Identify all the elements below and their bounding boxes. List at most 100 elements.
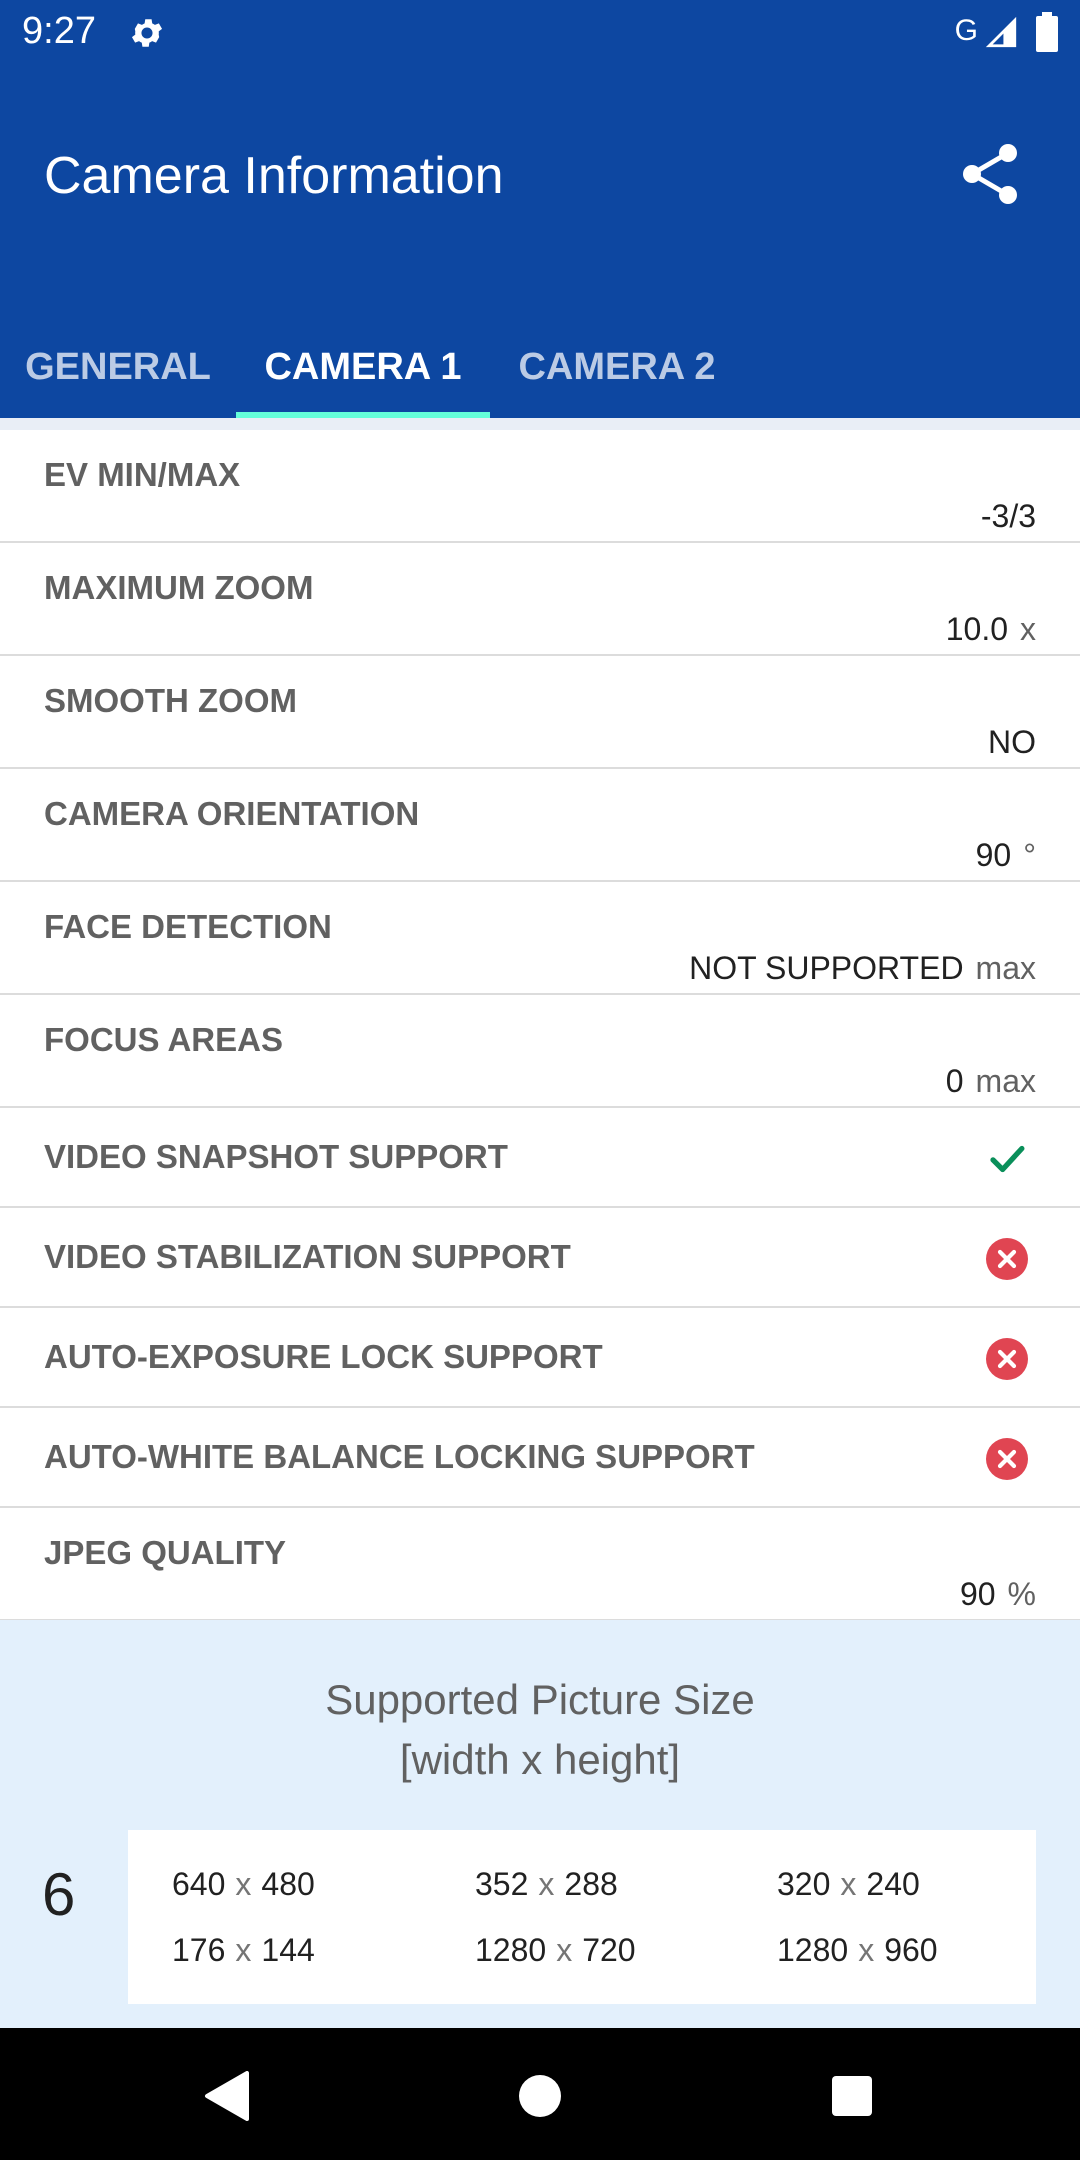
picture-size-item: 352 x 288 bbox=[475, 1866, 618, 1903]
size-separator: x bbox=[556, 1932, 573, 1968]
list-item-camera-orientation: CAMERA ORIENTATION 90 ° bbox=[0, 769, 1080, 882]
value-unit: x bbox=[1020, 611, 1036, 647]
list-item-label: MAXIMUM ZOOM bbox=[44, 569, 314, 606]
value-text: 90 bbox=[959, 1576, 996, 1612]
cross-circle-icon bbox=[986, 1238, 1028, 1280]
list-item-jpeg-quality: JPEG QUALITY 90% bbox=[0, 1508, 1080, 1621]
value-unit: ° bbox=[1023, 837, 1036, 873]
size-separator: x bbox=[235, 1932, 252, 1968]
size-height: 144 bbox=[261, 1932, 315, 1968]
list-item-label: FACE DETECTION bbox=[44, 908, 332, 945]
back-button[interactable] bbox=[198, 2068, 254, 2124]
list-item-maximum-zoom: MAXIMUM ZOOM 10.0 x bbox=[0, 543, 1080, 656]
section-title-line2: [width x height] bbox=[399, 1736, 681, 1783]
size-height: 288 bbox=[564, 1866, 618, 1902]
value-text: 0 bbox=[945, 1063, 964, 1099]
tab-label: GENERAL bbox=[25, 345, 211, 388]
list-item-value: NOT SUPPORTED max bbox=[689, 950, 1036, 987]
picture-size-item: 320 x 240 bbox=[777, 1866, 920, 1903]
tab-camera-1[interactable]: CAMERA 1 bbox=[236, 316, 490, 418]
list-item-video-stabilization-support: VIDEO STABILIZATION SUPPORT bbox=[0, 1208, 1080, 1308]
list-item-auto-exposure-lock-support: AUTO-EXPOSURE LOCK SUPPORT bbox=[0, 1308, 1080, 1408]
tab-label: CAMERA 1 bbox=[264, 345, 462, 388]
size-width: 1280 bbox=[475, 1932, 547, 1968]
list-item-value: 90% bbox=[960, 1576, 1036, 1613]
list-item-value: 0 max bbox=[946, 1063, 1036, 1100]
size-width: 320 bbox=[777, 1866, 831, 1902]
supported-picture-size-section: Supported Picture Size [width x height] … bbox=[0, 1620, 1080, 2028]
value-unit: max bbox=[975, 1063, 1036, 1099]
list-item-label: CAMERA ORIENTATION bbox=[44, 795, 420, 832]
size-height: 960 bbox=[884, 1932, 938, 1968]
list-item-smooth-zoom: SMOOTH ZOOM NO bbox=[0, 656, 1080, 769]
value-text: 90 bbox=[975, 837, 1012, 873]
cross-circle-icon bbox=[986, 1338, 1028, 1380]
picture-size-item: 1280 x 720 bbox=[475, 1932, 636, 1969]
list-item-label: EV MIN/MAX bbox=[44, 456, 241, 493]
tab-bar: GENERAL CAMERA 1 CAMERA 2 bbox=[0, 316, 744, 418]
share-icon bbox=[963, 144, 1017, 204]
list-item-value: 10.0 x bbox=[946, 611, 1036, 648]
page-title: Camera Information bbox=[44, 147, 504, 205]
value-text: NOT SUPPORTED bbox=[689, 950, 964, 986]
list-item-label: AUTO-WHITE BALANCE LOCKING SUPPORT bbox=[44, 1438, 755, 1475]
picture-size-count: 6 bbox=[42, 1861, 76, 1928]
picture-size-item: 1280 x 960 bbox=[777, 1932, 938, 1969]
list-item-value: NO bbox=[988, 724, 1036, 761]
gear-icon bbox=[131, 19, 163, 47]
value-text: NO bbox=[988, 724, 1036, 760]
cross-circle-icon bbox=[986, 1438, 1028, 1480]
list-item-auto-white-balance-locking-support: AUTO-WHITE BALANCE LOCKING SUPPORT bbox=[0, 1408, 1080, 1508]
section-title: Supported Picture Size [width x height] bbox=[0, 1670, 1080, 1790]
app-bar: Camera Information GENERAL CAMERA 1 CAME… bbox=[0, 66, 1080, 418]
home-icon bbox=[519, 2075, 561, 2117]
size-width: 352 bbox=[475, 1866, 529, 1902]
value-text: 10.0 bbox=[945, 611, 1008, 647]
tab-general[interactable]: GENERAL bbox=[0, 316, 236, 418]
check-icon bbox=[990, 1145, 1025, 1173]
size-height: 240 bbox=[866, 1866, 920, 1902]
size-separator: x bbox=[538, 1866, 555, 1902]
picture-size-item: 176 x 144 bbox=[172, 1932, 315, 1969]
list-item-label: JPEG QUALITY bbox=[44, 1534, 287, 1571]
status-time: 9:27 bbox=[22, 10, 96, 52]
home-button[interactable] bbox=[512, 2068, 568, 2124]
list-item-value: -3/3 bbox=[981, 498, 1036, 535]
value-unit: % bbox=[1007, 1576, 1036, 1612]
tab-label: CAMERA 2 bbox=[518, 345, 716, 388]
recents-button[interactable] bbox=[824, 2068, 880, 2124]
picture-size-grid: 640 x 480 352 x 288 320 x 240 176 x 144 1280 x 720… bbox=[128, 1830, 1036, 2004]
list-item-label: FOCUS AREAS bbox=[44, 1021, 283, 1058]
size-separator: x bbox=[858, 1932, 875, 1968]
size-separator: x bbox=[840, 1866, 857, 1902]
size-width: 640 bbox=[172, 1866, 226, 1902]
list-item-focus-areas: FOCUS AREAS 0 max bbox=[0, 995, 1080, 1108]
recents-icon bbox=[832, 2076, 872, 2116]
camera-info-list: EV MIN/MAX -3/3 MAXIMUM ZOOM 10.0 x SMOOT… bbox=[0, 418, 1080, 1621]
list-item-label: SMOOTH ZOOM bbox=[44, 682, 297, 719]
network-type: G bbox=[954, 14, 978, 47]
picture-size-item: 640 x 480 bbox=[172, 1866, 315, 1903]
share-button[interactable] bbox=[950, 134, 1030, 214]
status-bar: 9:27 G bbox=[0, 0, 1080, 66]
section-title-line1: Supported Picture Size bbox=[325, 1676, 755, 1723]
value-unit: max bbox=[975, 950, 1036, 986]
size-height: 720 bbox=[582, 1932, 636, 1968]
size-separator: x bbox=[235, 1866, 252, 1902]
signal-icon bbox=[985, 16, 1017, 48]
size-height: 480 bbox=[261, 1866, 315, 1902]
list-item-face-detection: FACE DETECTION NOT SUPPORTED max bbox=[0, 882, 1080, 995]
list-item-label: VIDEO STABILIZATION SUPPORT bbox=[44, 1238, 571, 1275]
size-width: 176 bbox=[172, 1932, 226, 1968]
tab-camera-2[interactable]: CAMERA 2 bbox=[490, 316, 744, 418]
list-item-ev-min-max: EV MIN/MAX -3/3 bbox=[0, 430, 1080, 543]
battery-icon bbox=[1036, 12, 1058, 52]
value-text: -3/3 bbox=[980, 498, 1036, 534]
list-item-label: VIDEO SNAPSHOT SUPPORT bbox=[44, 1138, 508, 1175]
back-icon bbox=[205, 2071, 249, 2121]
list-item-value: 90 ° bbox=[976, 837, 1036, 874]
list-top-shadow bbox=[0, 418, 1080, 430]
system-nav-bar bbox=[0, 2028, 1080, 2160]
list-item-video-snapshot-support: VIDEO SNAPSHOT SUPPORT bbox=[0, 1108, 1080, 1208]
size-width: 1280 bbox=[777, 1932, 849, 1968]
